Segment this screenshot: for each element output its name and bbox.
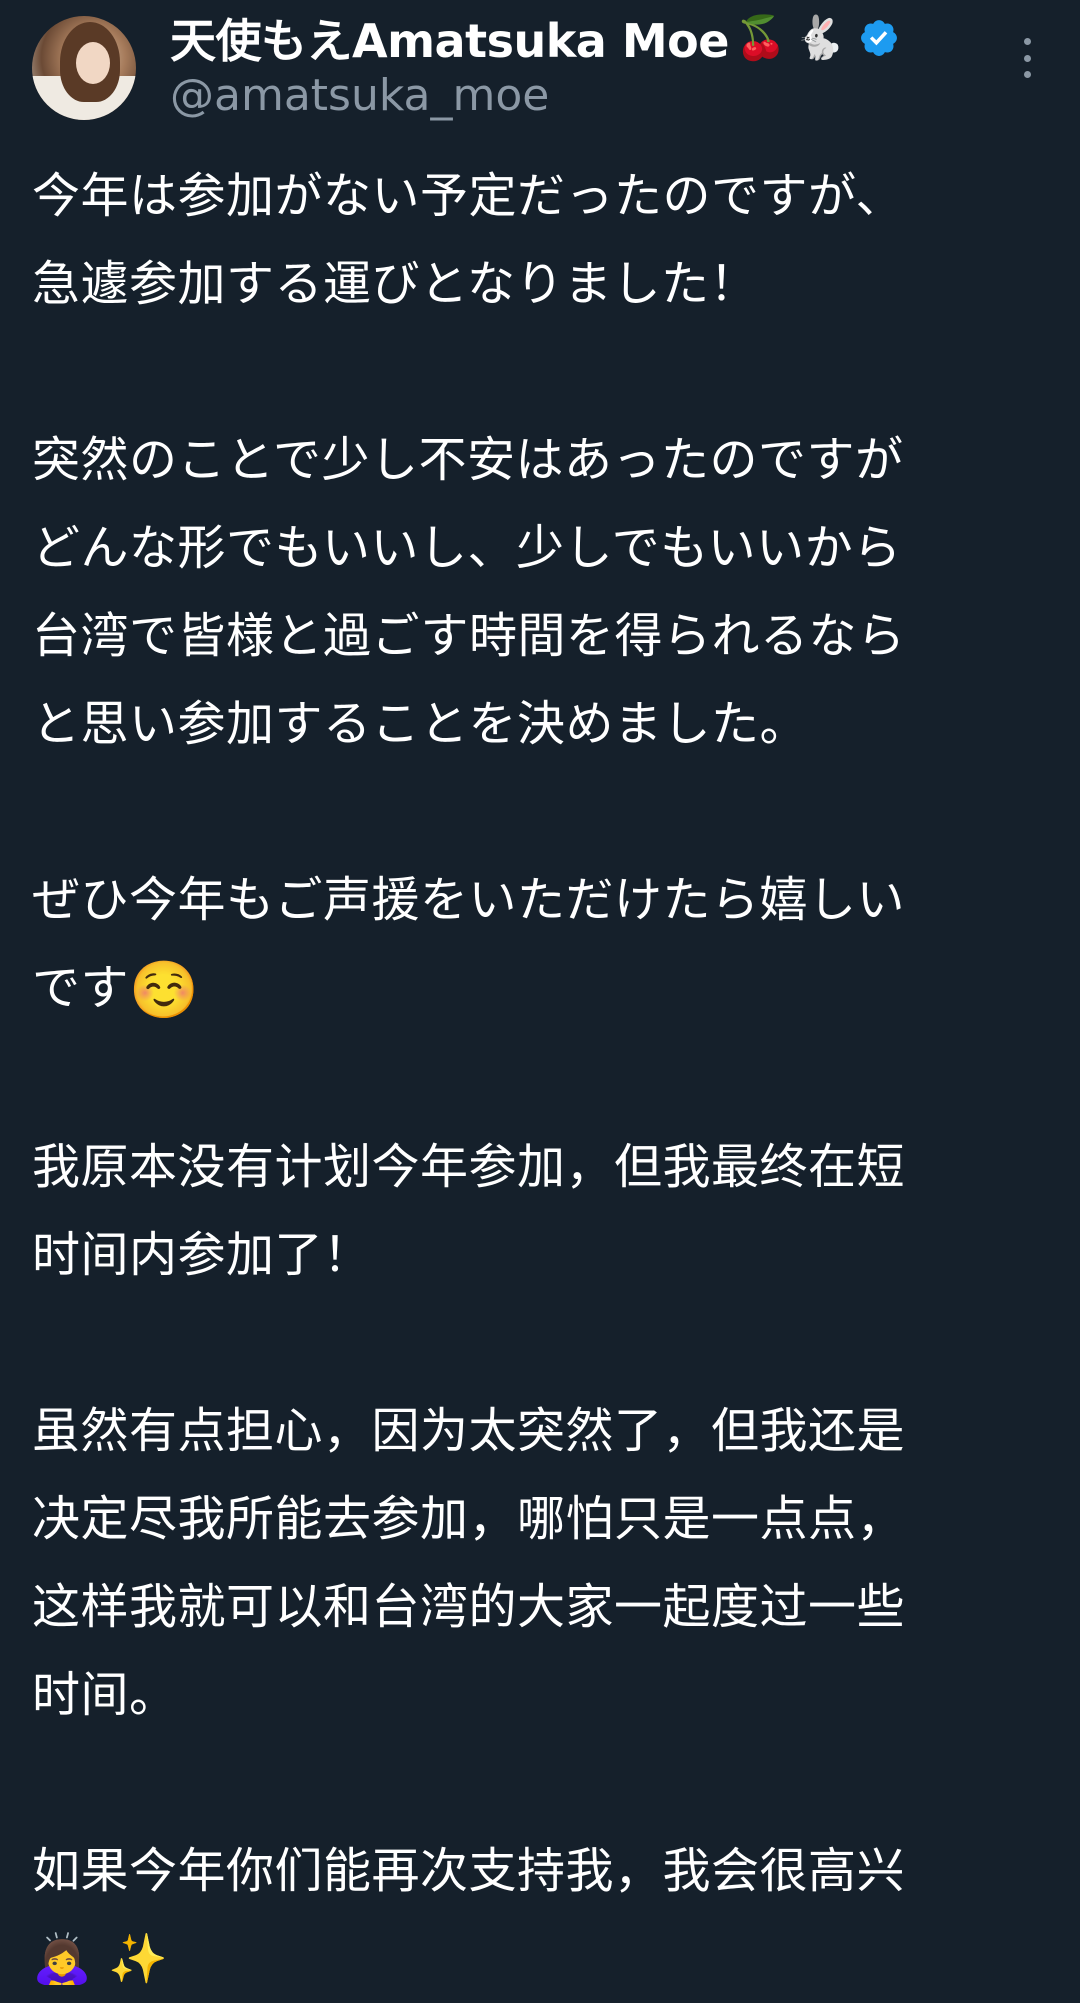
author-name-row[interactable]: 天使もえAmatsuka Moe 🍒 🐇 <box>170 6 900 70</box>
tweet-line: 急遽参加する運びとなりました！ <box>32 256 759 312</box>
smiling-face-icon: ☺️ <box>129 958 200 1023</box>
tweet-line: と思い参加することを決めました。 <box>32 696 809 752</box>
tweet-line: 台湾で皆様と過ごす時間を得られるなら <box>32 608 906 664</box>
author-display-name[interactable]: 天使もえAmatsuka Moe <box>170 5 729 71</box>
tweet-emoji-line: 🙇‍♀️ ✨ <box>32 1931 169 1987</box>
author-handle[interactable]: @amatsuka_moe <box>170 70 549 121</box>
avatar[interactable] <box>32 16 136 120</box>
tweet-line: 虽然有点担心，因为太突然了，但我还是 <box>32 1403 906 1459</box>
tweet-line: 决定尽我所能去参加，哪怕只是一点点， <box>32 1491 906 1547</box>
rabbit-icon: 🐇 <box>793 13 846 62</box>
tweet-line-text: です <box>32 960 130 1016</box>
tweet-paragraph: 突然のことで少し不安はあったのですが どんな形でもいいし、少しでもいいから 台湾… <box>32 416 1052 768</box>
tweet-line-with-emoji: です☺️ <box>32 944 1052 1035</box>
tweet-paragraph: 我原本没有计划今年参加，但我最终在短 时间内参加了！ <box>32 1123 1052 1299</box>
tweet-line: 我原本没有计划今年参加，但我最终在短 <box>32 1139 906 1195</box>
verified-badge-icon[interactable] <box>858 17 900 59</box>
tweet-line: 这样我就可以和台湾的大家一起度过一些 <box>32 1579 906 1635</box>
tweet-text: 今年は参加がない予定だったのですが、 急遽参加する運びとなりました！ 突然のこと… <box>32 152 1052 2003</box>
tweet-line: 如果今年你们能再次支持我，我会很高兴 <box>32 1843 906 1899</box>
cherry-icon: 🍒 <box>734 13 788 62</box>
tweet-line: 时间内参加了！ <box>32 1227 372 1283</box>
tweet-paragraph: ぜひ今年もご声援をいただけたら嬉しい です☺️ <box>32 856 1052 1035</box>
tweet-paragraph: 如果今年你们能再次支持我，我会很高兴 🙇‍♀️ ✨ <box>32 1827 1052 2003</box>
more-options-icon[interactable] <box>1010 38 1044 78</box>
tweet-line: 时间。 <box>32 1667 178 1723</box>
tweet-line: 突然のことで少し不安はあったのですが <box>32 432 904 488</box>
tweet-paragraph: 虽然有点担心，因为太突然了，但我还是 决定尽我所能去参加，哪怕只是一点点， 这样… <box>32 1387 1052 1739</box>
tweet-line: ぜひ今年もご声援をいただけたら嬉しい <box>32 872 906 928</box>
tweet-header: 天使もえAmatsuka Moe 🍒 🐇 @amatsuka_moe <box>0 0 1080 140</box>
tweet-line: 今年は参加がない予定だったのですが、 <box>32 168 905 224</box>
tweet-paragraph: 今年は参加がない予定だったのですが、 急遽参加する運びとなりました！ <box>32 152 1052 328</box>
tweet-line: どんな形でもいいし、少しでもいいから <box>32 520 902 576</box>
